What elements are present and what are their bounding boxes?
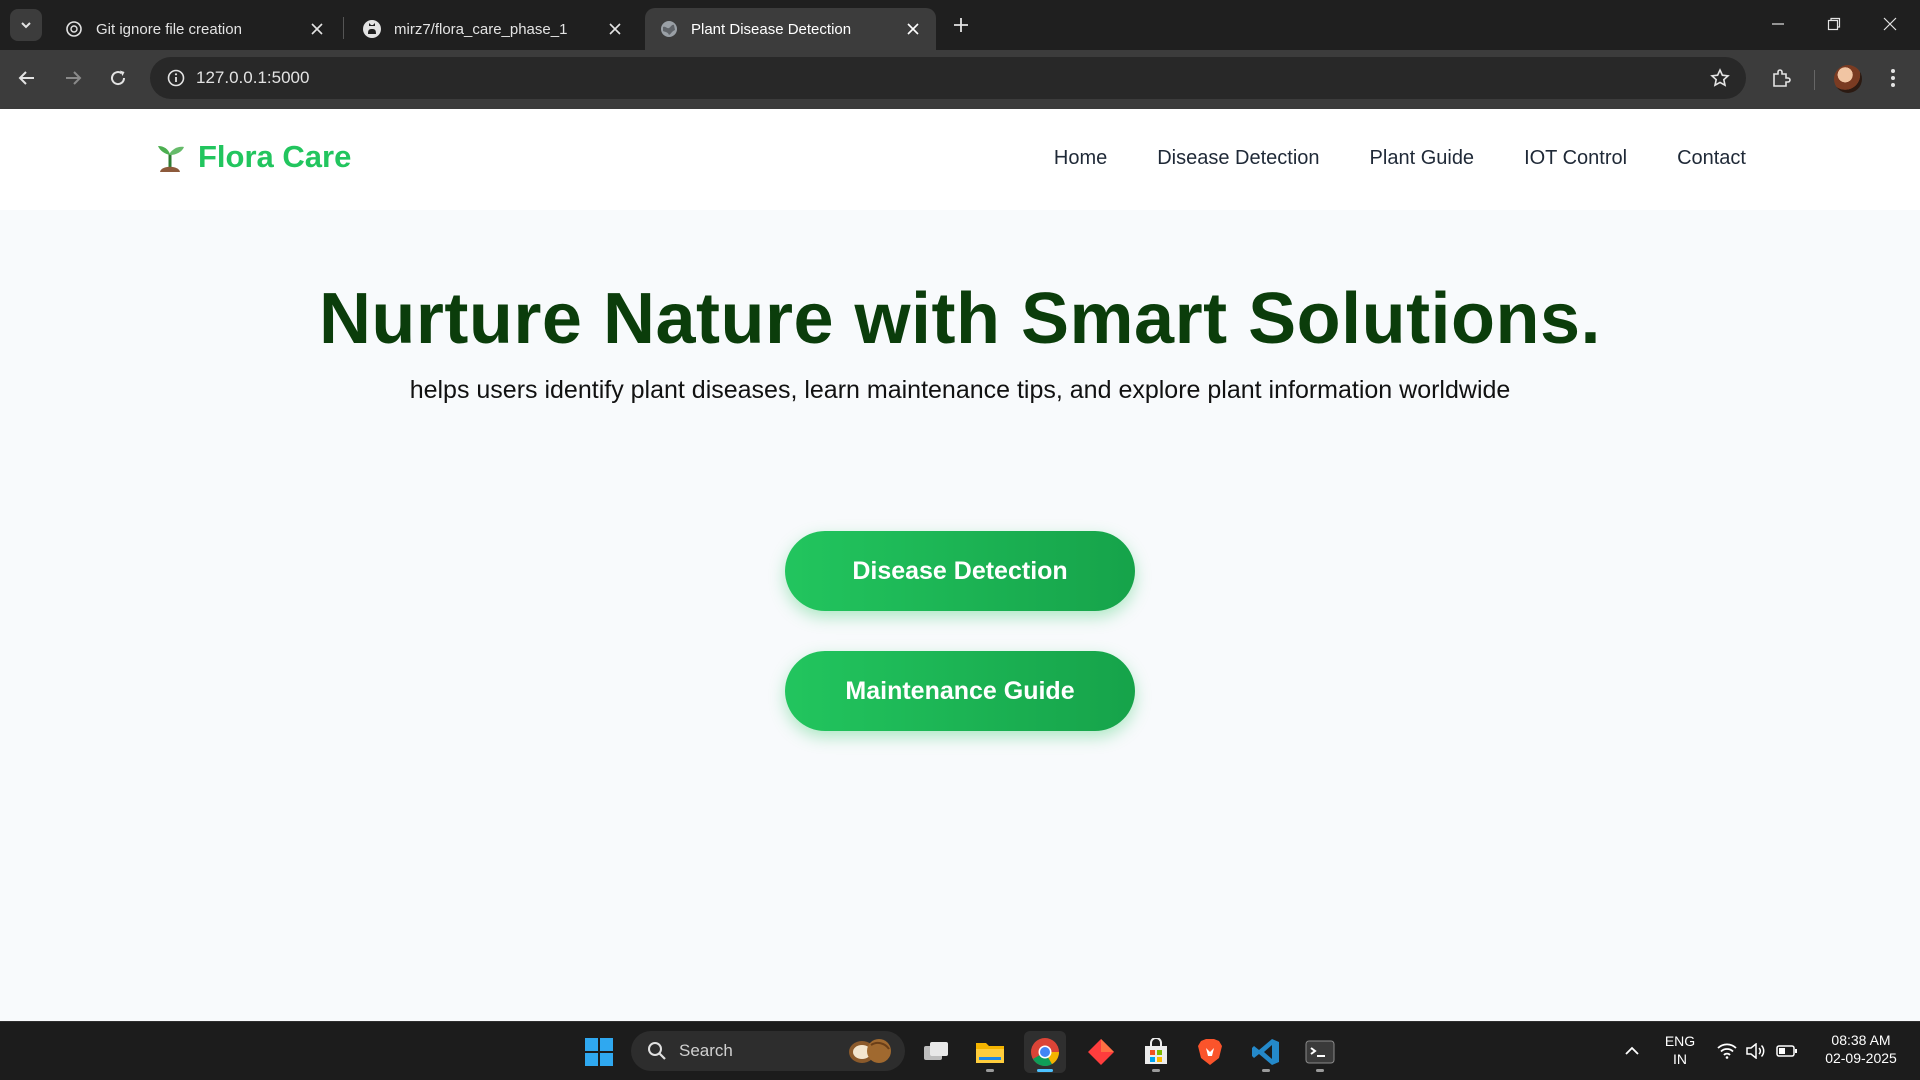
input-language-indicator[interactable]: ENG IN [1660,1032,1700,1068]
chevron-up-icon [1625,1046,1639,1055]
show-hidden-icons-button[interactable] [1621,1040,1643,1062]
hero-subtitle: helps users identify plant diseases, lea… [409,376,1511,404]
running-indicator [1262,1069,1270,1072]
tab-git-ignore[interactable]: Git ignore file creation [50,8,340,50]
seedling-icon [152,139,188,175]
nav-disease-detection[interactable]: Disease Detection [1157,147,1319,170]
close-icon[interactable] [904,20,922,38]
arrow-right-icon [66,71,82,85]
maintenance-guide-button[interactable]: Maintenance Guide [785,651,1135,731]
task-view-button[interactable] [915,1031,957,1073]
tab-github-repo[interactable]: mirz7/flora_care_phase_1 [348,8,638,50]
back-button[interactable] [10,61,44,95]
toolbar-separator [1814,70,1815,90]
address-bar[interactable]: 127.0.0.1:5000 [150,57,1746,99]
brand-name: Flora Care [198,139,352,174]
disease-detection-button[interactable]: Disease Detection [785,531,1135,611]
vscode-icon [1252,1039,1279,1065]
microsoft-store-button[interactable] [1135,1031,1177,1073]
app-diamond-button[interactable] [1080,1031,1122,1073]
clock-time: 08:38 AM [1831,1032,1891,1048]
clock-date: 02-09-2025 [1825,1050,1897,1066]
main-nav: Home Disease Detection Plant Guide IOT C… [1004,147,1746,170]
chevron-down-icon [21,22,31,29]
github-icon [362,19,382,39]
diamond-app-icon [1088,1039,1114,1065]
browser-toolbar: 127.0.0.1:5000 [0,50,1920,109]
new-tab-button[interactable] [947,11,975,39]
terminal-icon [1305,1040,1335,1064]
tab-title: Plant Disease Detection [691,20,852,38]
file-explorer-button[interactable] [969,1031,1011,1073]
search-icon [645,1039,669,1063]
running-indicator [986,1069,994,1072]
tab-separator [343,17,344,39]
clock[interactable]: 08:38 AM 02-09-2025 [1812,1031,1910,1067]
reload-button[interactable] [101,61,135,95]
running-indicator [1316,1069,1324,1072]
reload-icon [111,70,126,86]
browser-menu-button[interactable] [1876,61,1910,95]
plus-icon [954,18,968,32]
nav-home[interactable]: Home [1054,147,1107,170]
close-icon[interactable] [308,20,326,38]
windows-logo-icon [585,1038,613,1066]
hero-section: Nurture Nature with Smart Solutions. hel… [0,210,1920,1021]
start-button[interactable] [578,1031,620,1073]
terminal-button[interactable] [1299,1031,1341,1073]
minimize-button[interactable] [1750,0,1806,48]
brave-browser-button[interactable] [1189,1031,1231,1073]
close-window-button[interactable] [1862,0,1918,48]
extensions-button[interactable] [1764,61,1798,95]
vscode-button[interactable] [1245,1031,1287,1073]
wifi-icon[interactable] [1716,1040,1738,1062]
globe-icon [659,19,679,39]
arrow-left-icon [18,71,34,85]
windows-taskbar: Search ENG IN 08:38 AM 02-09-2025 [0,1021,1920,1080]
restore-button[interactable] [1806,0,1862,48]
battery-icon[interactable] [1776,1040,1798,1062]
region-label: IN [1673,1051,1687,1067]
language-label: ENG [1664,1033,1696,1049]
puzzle-icon [1773,69,1791,87]
bookmark-star-icon[interactable] [1704,62,1736,94]
tab-plant-disease-detection[interactable]: Plant Disease Detection [645,8,936,50]
volume-icon[interactable] [1745,1040,1767,1062]
tab-search-menu-button[interactable] [10,9,42,41]
tab-title: mirz7/flora_care_phase_1 [394,20,568,38]
hero-title: Nurture Nature with Smart Solutions. [318,279,1602,359]
nav-plant-guide[interactable]: Plant Guide [1370,147,1475,170]
forward-button[interactable] [56,61,90,95]
nav-contact[interactable]: Contact [1677,147,1746,170]
brand-link[interactable]: Flora Care [152,139,351,175]
running-indicator [1152,1069,1160,1072]
chrome-button[interactable] [1024,1031,1066,1073]
restore-icon [1827,17,1841,31]
minimize-icon [1772,23,1784,25]
more-vertical-icon [1891,69,1895,87]
search-label: Search [679,1041,733,1060]
store-icon [1145,1038,1167,1064]
folder-icon [976,1043,1004,1063]
tab-title: Git ignore file creation [96,20,242,38]
close-icon[interactable] [606,20,624,38]
nav-iot-control[interactable]: IOT Control [1524,147,1627,170]
url-text[interactable]: 127.0.0.1:5000 [196,57,309,99]
close-icon [1883,17,1897,31]
chrome-icon [1031,1038,1059,1066]
taskbar-search[interactable]: Search [631,1031,905,1071]
browser-tab-bar: Git ignore file creation mirz7/flora_car… [0,0,1920,50]
task-view-icon [924,1042,948,1060]
profile-avatar[interactable] [1834,65,1862,93]
site-info-icon[interactable] [160,62,192,94]
brave-lion-icon [1198,1039,1222,1065]
site-header: Flora Care Home Disease Detection Plant … [0,109,1920,210]
active-indicator [1037,1069,1053,1072]
coconut-search-highlight-icon [849,1039,891,1063]
chatgpt-icon [64,19,84,39]
